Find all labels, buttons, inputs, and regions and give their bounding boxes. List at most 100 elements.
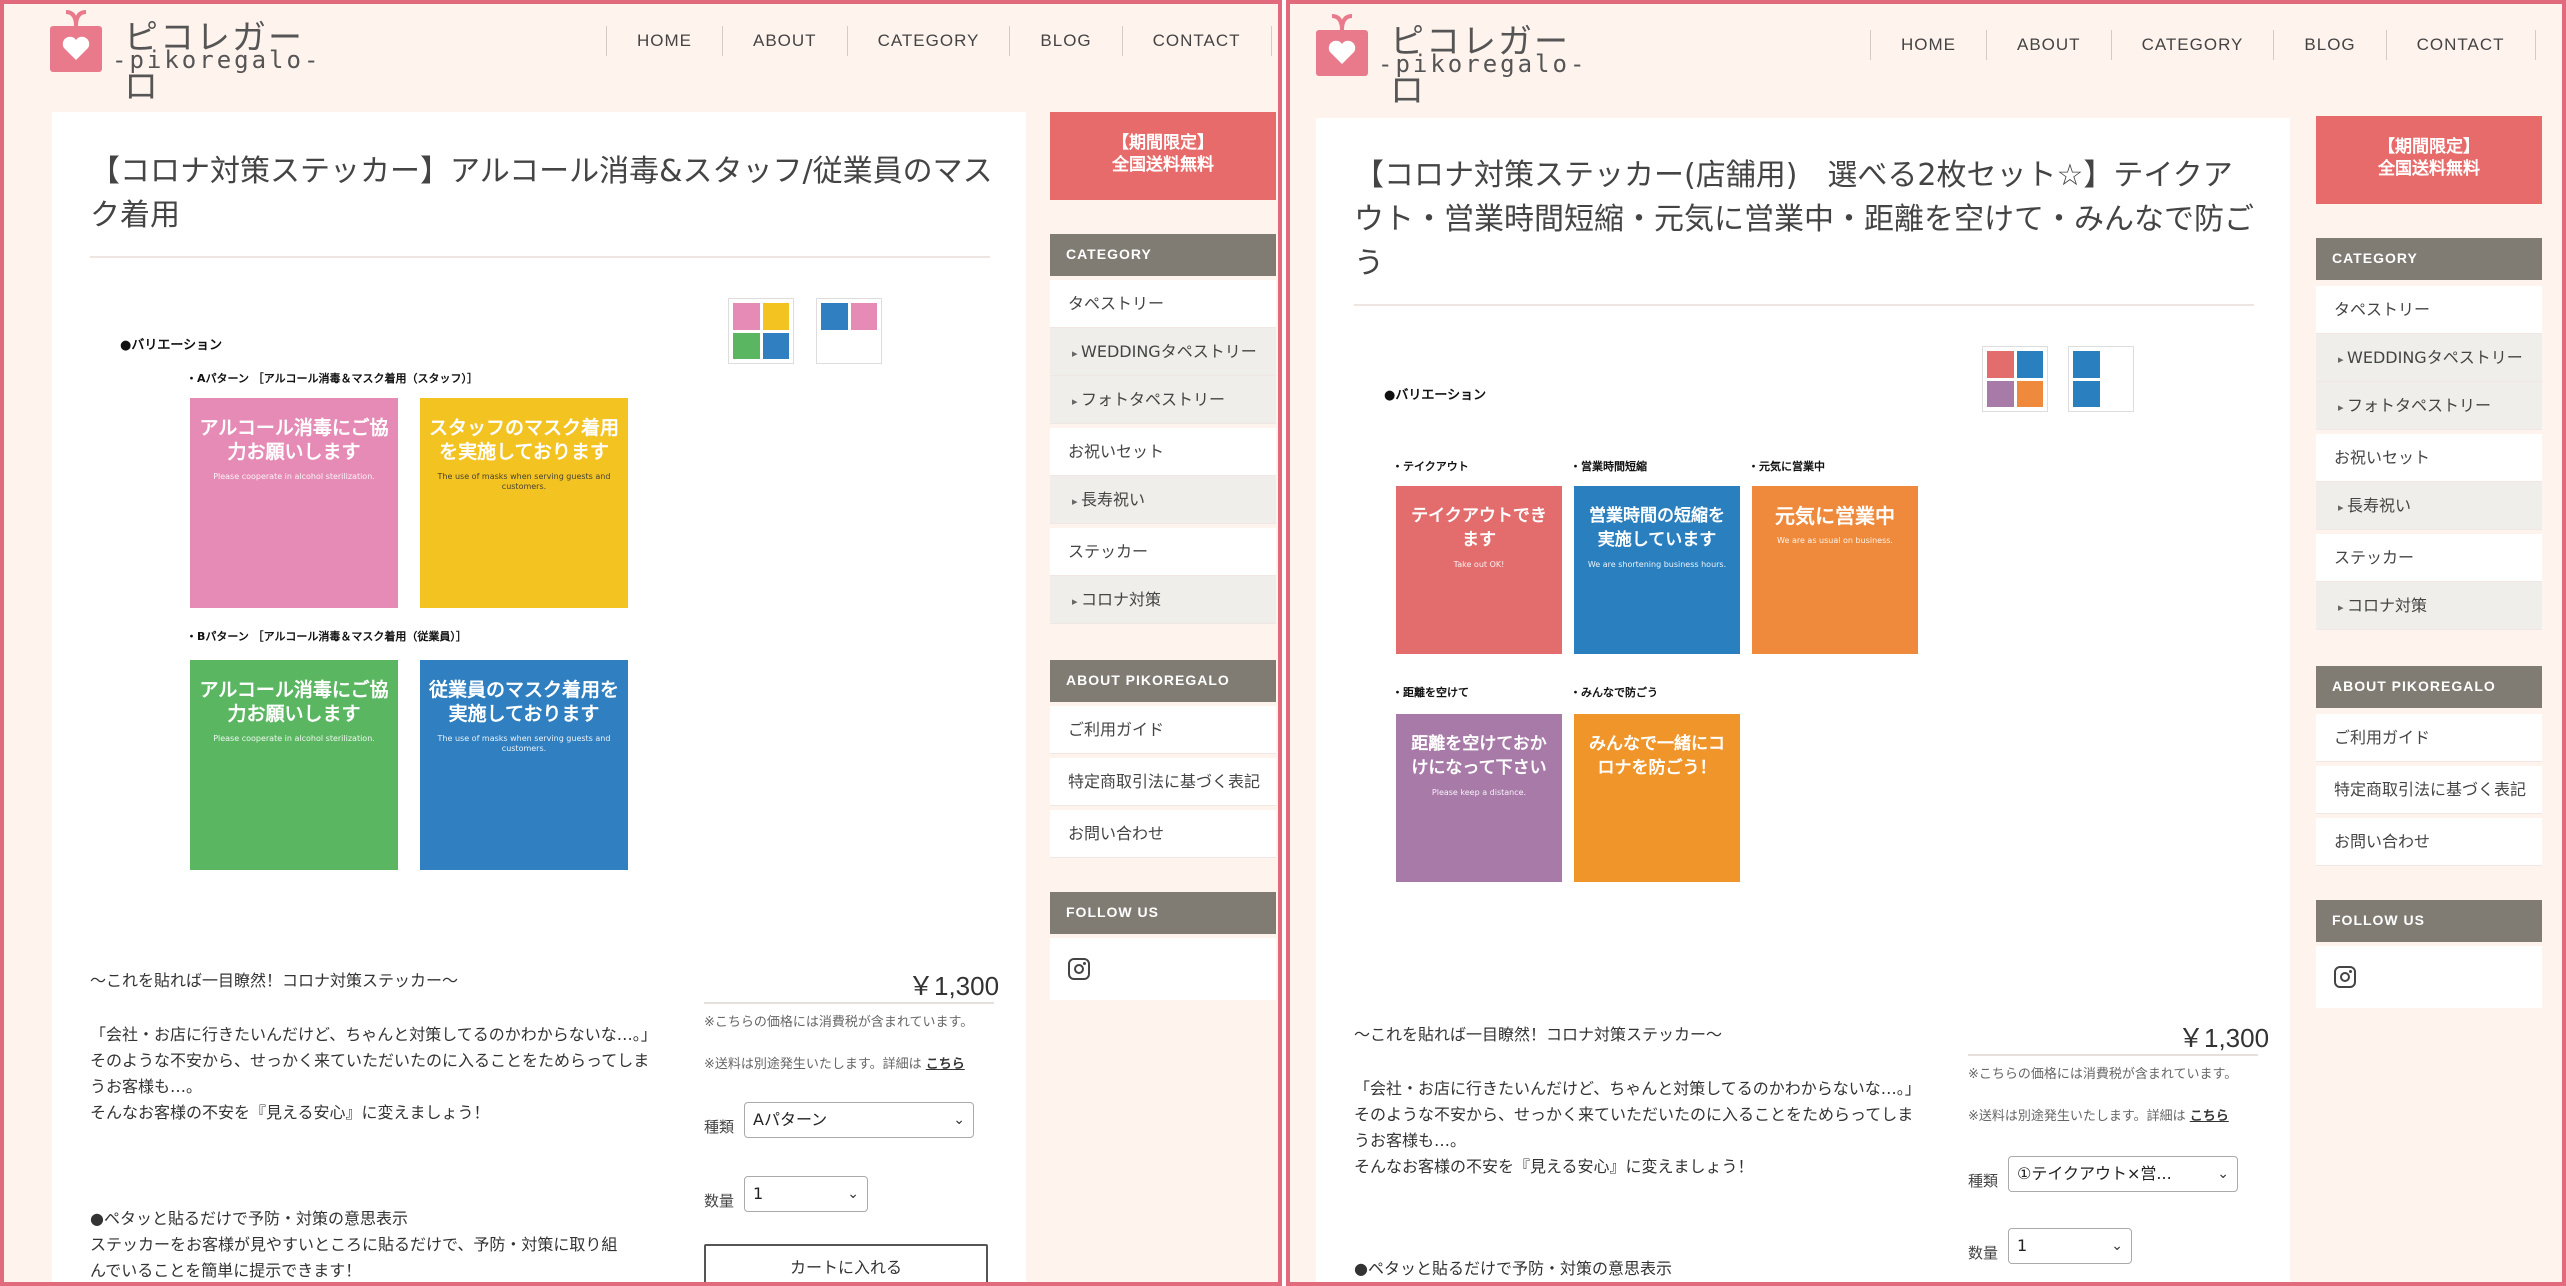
- nav-home[interactable]: HOME: [1870, 30, 1986, 60]
- category-photo-tapestry[interactable]: フォトタペストリー: [2316, 382, 2542, 430]
- nav-contact[interactable]: CONTACT: [1121, 26, 1272, 56]
- about-legal-link[interactable]: 特定商取引法に基づく表記: [1050, 758, 1276, 806]
- sticker-subtitle: The use of masks when serving guests and…: [437, 734, 611, 753]
- variation-heading: ●バリエーション: [1384, 388, 1487, 403]
- point-heading: ●ペタッと貼るだけで予防・対策の意思表示: [1354, 1259, 1672, 1278]
- category-corona[interactable]: コロナ対策: [2316, 582, 2542, 630]
- category-corona[interactable]: コロナ対策: [1050, 576, 1276, 624]
- thumbnail-1[interactable]: [728, 298, 794, 364]
- free-shipping-banner[interactable]: 【期間限定】 全国送料無料: [1050, 112, 1276, 200]
- category-longevity[interactable]: 長寿祝い: [1050, 476, 1276, 524]
- about-contact-link[interactable]: お問い合わせ: [1050, 810, 1276, 858]
- add-to-cart-button[interactable]: カートに入れる: [704, 1244, 988, 1282]
- type-label: 種類: [704, 1118, 735, 1136]
- about-heading: ABOUT PIKOREGALO: [1050, 660, 1276, 702]
- point-body: ステッカーをお客様が見やすいところに貼るだけで、予防・対策に取り組 んでいること…: [90, 1232, 650, 1282]
- about-legal-link[interactable]: 特定商取引法に基づく表記: [2316, 766, 2542, 814]
- follow-box: [2316, 946, 2542, 1008]
- category-photo-tapestry[interactable]: フォトタペストリー: [1050, 376, 1276, 424]
- banner-line-1: 【期間限定】: [2378, 137, 2480, 157]
- point-line: んでいることを簡単に提示できます！: [90, 1261, 362, 1280]
- nav-blog[interactable]: BLOG: [2273, 30, 2385, 60]
- about-guide-link[interactable]: ご利用ガイド: [2316, 714, 2542, 762]
- sticker-title: 営業時間の短縮を実施しています: [1589, 506, 1725, 550]
- category-sticker[interactable]: ステッカー: [2316, 534, 2542, 582]
- shipping-note-text: ※送料は別途発生いたします。詳細は: [1968, 1109, 2186, 1124]
- main-nav: HOME ABOUT CATEGORY BLOG CONTACT: [606, 26, 1272, 56]
- shipping-note-text: ※送料は別途発生いたします。詳細は: [704, 1057, 922, 1072]
- quantity-select[interactable]: 1 ⌄: [744, 1176, 868, 1212]
- type-select[interactable]: ①テイクアウト×営... ⌄: [2008, 1156, 2238, 1192]
- sticker-subtitle: Please cooperate in alcohol sterilizatio…: [213, 734, 375, 743]
- sticker-distance: 距離を空けておかけになって下さい Please keep a distance.: [1396, 714, 1562, 882]
- gift-heart-icon: [50, 10, 102, 72]
- chevron-down-icon: ⌄: [2217, 1166, 2229, 1182]
- sticker-subtitle: Please cooperate in alcohol sterilizatio…: [213, 472, 375, 481]
- sticker-title: 従業員のマスク着用を実施しております: [428, 679, 619, 725]
- nav-home[interactable]: HOME: [606, 26, 722, 56]
- sticker-subtitle: We are as usual on business.: [1777, 536, 1893, 545]
- sticker-subtitle: The use of masks when serving guests and…: [437, 472, 611, 491]
- follow-box: [1050, 938, 1276, 1000]
- nav-about[interactable]: ABOUT: [722, 26, 847, 56]
- nav-category[interactable]: CATEGORY: [2110, 30, 2274, 60]
- nav-blog[interactable]: BLOG: [1009, 26, 1121, 56]
- chevron-down-icon: ⌄: [847, 1186, 859, 1202]
- thumbnail-2[interactable]: [2068, 346, 2134, 412]
- desc-line: そのような不安から、せっかく来ていただいたのに入ることをためらってしまうお客様も…: [1354, 1105, 1914, 1150]
- category-wedding-tapestry[interactable]: WEDDINGタペストリー: [2316, 334, 2542, 382]
- category-tapestry[interactable]: タペストリー: [1050, 280, 1276, 328]
- sticker-title: アルコール消毒にご協力お願いします: [199, 417, 389, 463]
- shipping-detail-link[interactable]: こちら: [2190, 1109, 2229, 1124]
- type-select-value: ①テイクアウト×営...: [2017, 1164, 2172, 1183]
- category-sticker[interactable]: ステッカー: [1050, 528, 1276, 576]
- site-logo[interactable]: ピコレガーロ -pikoregalo-: [48, 8, 328, 107]
- instagram-icon[interactable]: [2334, 966, 2356, 988]
- instagram-icon[interactable]: [1068, 958, 1090, 980]
- sticker-subtitle: Take out OK!: [1453, 560, 1505, 569]
- quantity-select-value: 1: [2017, 1236, 2028, 1255]
- nav-about[interactable]: ABOUT: [1986, 30, 2111, 60]
- divider: [1354, 304, 2254, 306]
- screenshot-panel-right: ピコレガーロ -pikoregalo- HOME ABOUT CATEGORY …: [1286, 0, 2566, 1286]
- desc-line: そのような不安から、せっかく来ていただいたのに入ることをためらってしまうお客様も…: [90, 1051, 650, 1096]
- site-logo[interactable]: ピコレガーロ -pikoregalo-: [1314, 12, 1594, 111]
- variant-label: ・営業時間短縮: [1570, 460, 1647, 473]
- category-longevity[interactable]: 長寿祝い: [2316, 482, 2542, 530]
- desc-line: 「会社・お店に行きたいんだけど、ちゃんと対策してるのかわからないな…。」: [90, 1025, 657, 1044]
- about-guide-link[interactable]: ご利用ガイド: [1050, 706, 1276, 754]
- about-contact-link[interactable]: お問い合わせ: [2316, 818, 2542, 866]
- category-gift-set[interactable]: お祝いセット: [2316, 434, 2542, 482]
- type-select[interactable]: Aパターン ⌄: [744, 1102, 974, 1138]
- main-nav: HOME ABOUT CATEGORY BLOG CONTACT: [1870, 30, 2536, 60]
- sticker-mask-employee: 従業員のマスク着用を実施しております The use of masks when…: [420, 660, 628, 870]
- quantity-select[interactable]: 1 ⌄: [2008, 1228, 2132, 1264]
- category-wedding-tapestry[interactable]: WEDDINGタペストリー: [1050, 328, 1276, 376]
- follow-heading: FOLLOW US: [2316, 900, 2542, 942]
- banner-line-1: 【期間限定】: [1112, 133, 1214, 153]
- product-content: 【コロナ対策ステッカー】アルコール消毒&スタッフ/従業員のマスク着用 ●バリエー…: [52, 112, 1026, 1282]
- sticker-short-hours: 営業時間の短縮を実施しています We are shortening busine…: [1574, 486, 1740, 654]
- thumbnail-2[interactable]: [816, 298, 882, 364]
- quantity-label: 数量: [704, 1192, 735, 1210]
- category-heading: CATEGORY: [1050, 234, 1276, 276]
- price: ￥1,300: [908, 971, 1000, 1001]
- chevron-down-icon: ⌄: [953, 1112, 965, 1128]
- desc-line: そんなお客様の不安を『見える安心』に変えましょう！: [90, 1103, 490, 1122]
- sticker-alcohol-pink: アルコール消毒にご協力お願いします Please cooperate in al…: [190, 398, 398, 608]
- category-gift-set[interactable]: お祝いセット: [1050, 428, 1276, 476]
- thumbnail-1[interactable]: [1982, 346, 2048, 412]
- shipping-detail-link[interactable]: こちら: [926, 1057, 965, 1072]
- nav-contact[interactable]: CONTACT: [2385, 30, 2536, 60]
- pattern-b-label: ・Bパターン ［アルコール消毒＆マスク着用（従業員）］: [186, 630, 467, 643]
- nav-category[interactable]: CATEGORY: [846, 26, 1010, 56]
- follow-heading: FOLLOW US: [1050, 892, 1276, 934]
- gift-heart-icon: [1316, 14, 1368, 76]
- desc-line: 「会社・お店に行きたいんだけど、ちゃんと対策してるのかわからないな…。」: [1354, 1079, 1921, 1098]
- free-shipping-banner[interactable]: 【期間限定】 全国送料無料: [2316, 116, 2542, 204]
- category-tapestry[interactable]: タペストリー: [2316, 286, 2542, 334]
- point-heading: ●ペタッと貼るだけで予防・対策の意思表示: [90, 1209, 408, 1228]
- screenshot-panel-left: ピコレガーロ -pikoregalo- HOME ABOUT CATEGORY …: [0, 0, 1282, 1286]
- description: 「会社・お店に行きたいんだけど、ちゃんと対策してるのかわからないな…。」 そのよ…: [90, 1022, 657, 1126]
- sticker-title: スタッフのマスク着用を実施しております: [428, 417, 619, 463]
